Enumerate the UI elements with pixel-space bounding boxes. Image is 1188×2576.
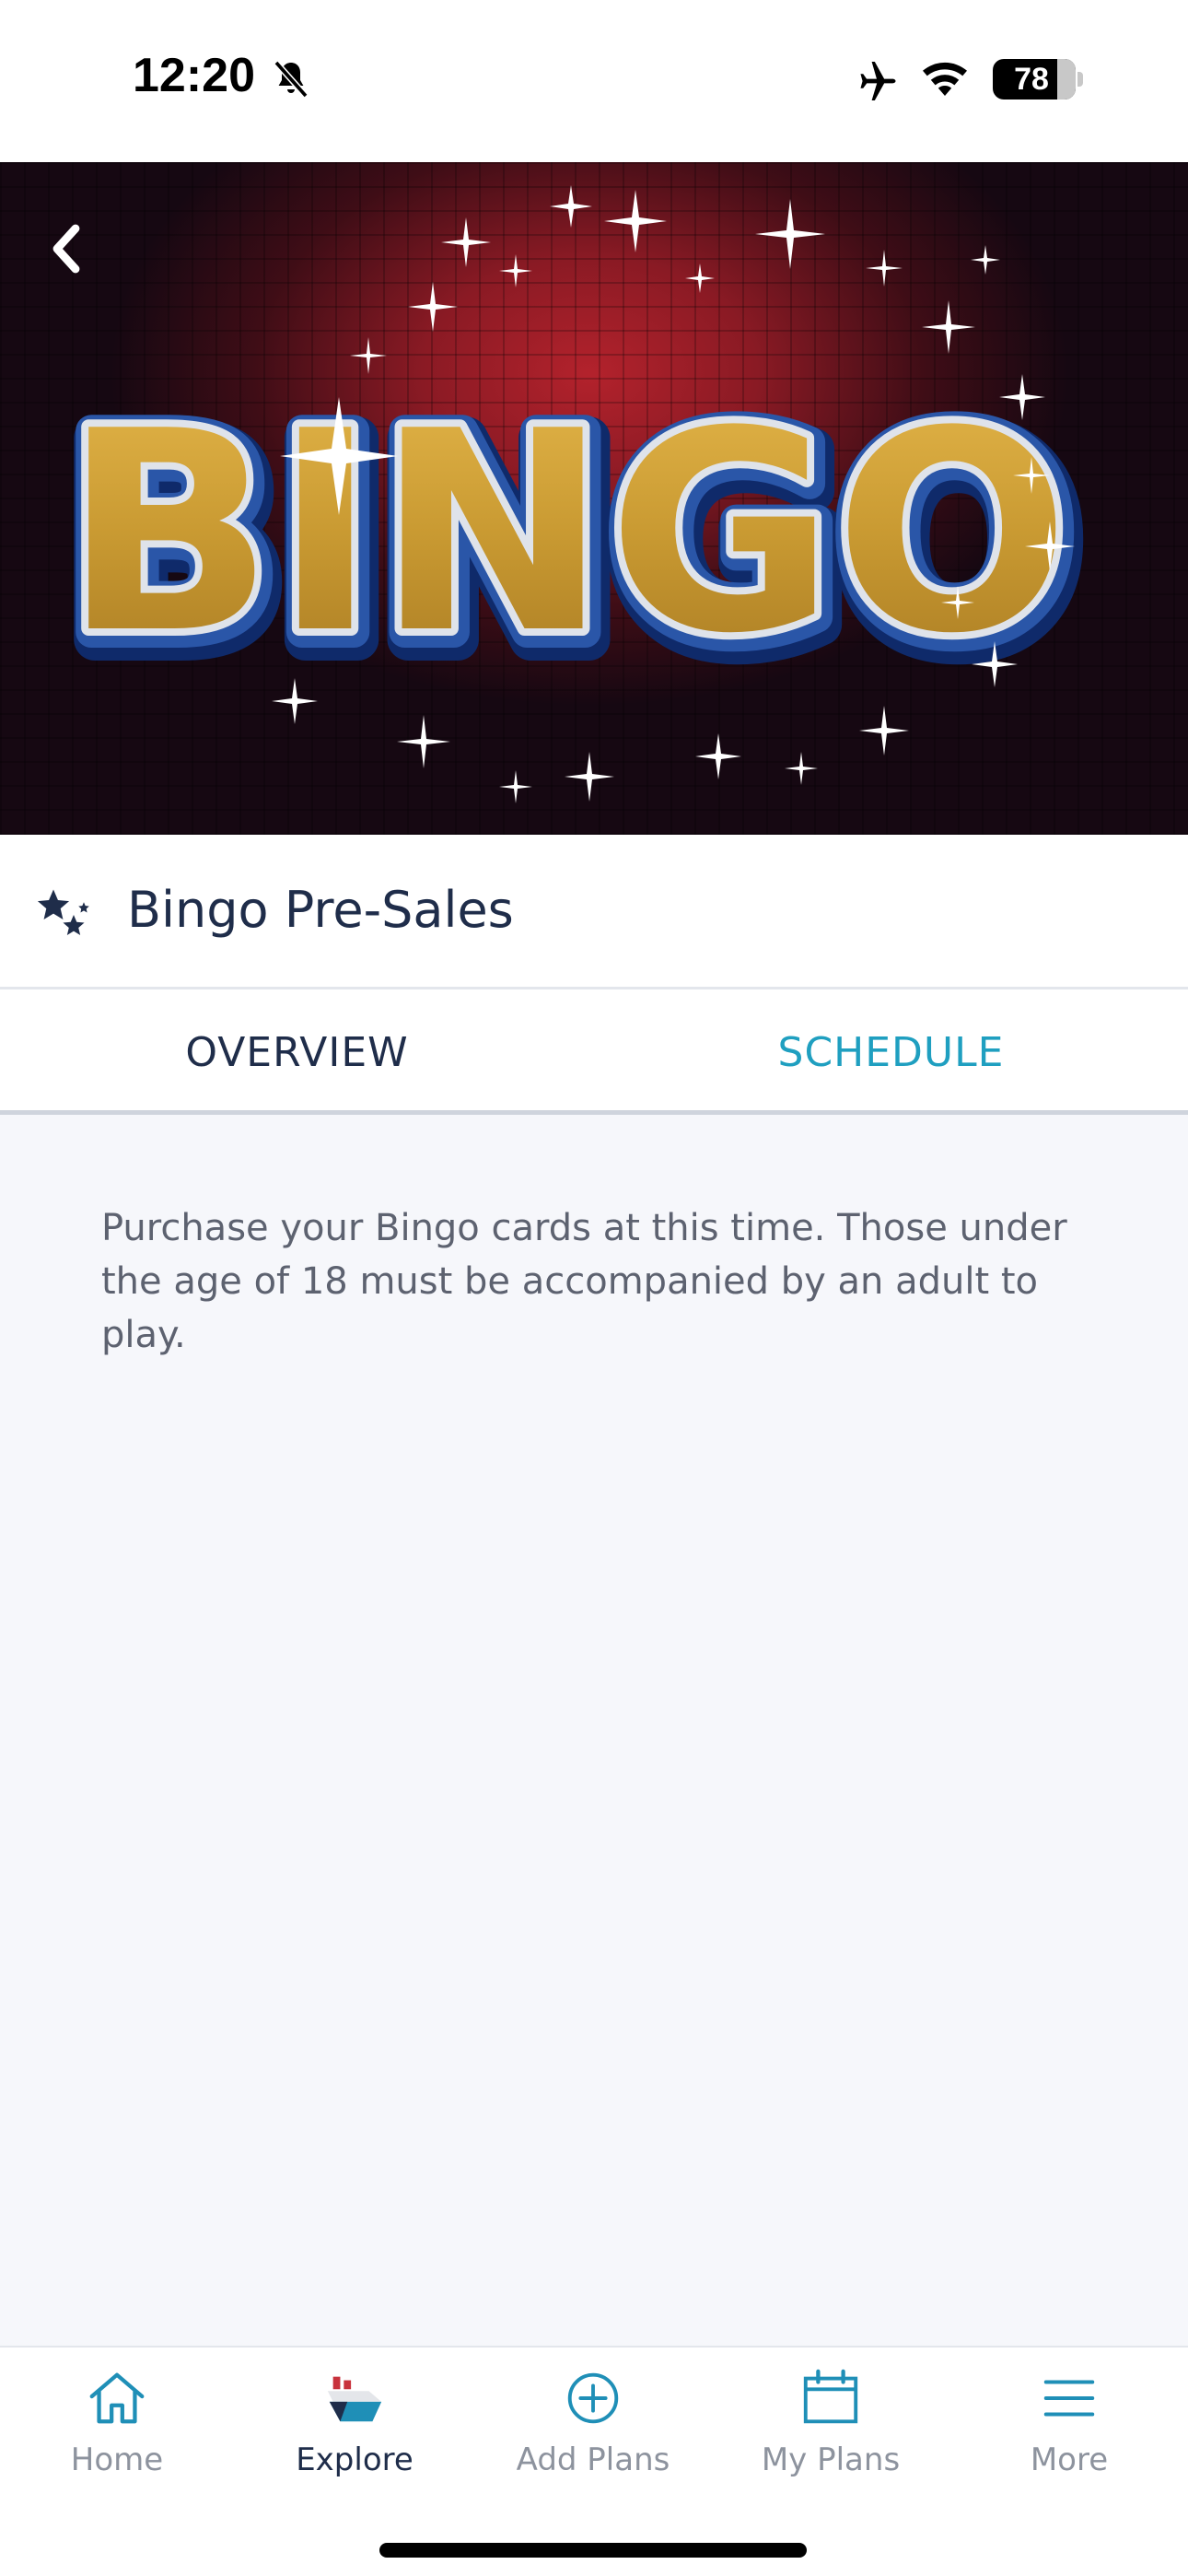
hero-image: BINGO BINGO BINGO BINGO xyxy=(0,162,1188,835)
svg-text:BINGO: BINGO xyxy=(64,372,1070,694)
ship-icon xyxy=(327,2376,382,2422)
nav-add-plans[interactable]: Add Plans xyxy=(492,2366,694,2504)
detail-tabs: OVERVIEW SCHEDULE xyxy=(0,989,1188,1115)
battery-icon: 78 xyxy=(993,59,1076,100)
battery-cap xyxy=(1077,72,1083,87)
bingo-lettering: BINGO BINGO BINGO BINGO xyxy=(49,360,1098,726)
airplane-icon xyxy=(860,62,896,100)
calendar-icon xyxy=(803,2369,858,2424)
battery-level: 78 xyxy=(1014,62,1049,97)
tab-schedule[interactable]: SCHEDULE xyxy=(594,989,1188,1115)
tab-overview[interactable]: OVERVIEW xyxy=(0,989,594,1115)
nav-my-plans-label: My Plans xyxy=(761,2441,901,2478)
home-indicator[interactable] xyxy=(379,2543,807,2558)
bottom-nav: Home Explore Add Plans My Plans More xyxy=(0,2346,1188,2576)
back-button[interactable] xyxy=(28,210,105,287)
event-title: Bingo Pre-Sales xyxy=(127,881,514,939)
wifi-icon xyxy=(923,62,967,96)
event-description: Purchase your Bingo cards at this time. … xyxy=(101,1207,1067,1356)
nav-add-plans-label: Add Plans xyxy=(516,2441,670,2478)
stars-icon xyxy=(37,889,89,935)
event-header: Bingo Pre-Sales xyxy=(0,835,1188,989)
nav-my-plans[interactable]: My Plans xyxy=(729,2366,932,2504)
bell-slash-icon xyxy=(274,60,309,99)
nav-more-label: More xyxy=(1030,2441,1109,2478)
menu-icon xyxy=(1043,2380,1095,2417)
bingo-logo-artwork: BINGO BINGO BINGO BINGO xyxy=(49,185,1098,803)
nav-explore-label: Explore xyxy=(296,2441,413,2478)
status-bar: 12:20 78 xyxy=(0,0,1188,162)
nav-more[interactable]: More xyxy=(968,2366,1171,2504)
nav-explore[interactable]: Explore xyxy=(253,2366,456,2504)
chevron-left-icon xyxy=(52,224,80,274)
app-screen: 12:20 78 BINGO BINGO BINGO BINGO Bingo P… xyxy=(0,0,1188,2576)
house-icon xyxy=(89,2372,145,2424)
status-time: 12:20 xyxy=(133,49,255,102)
plus-circle-icon xyxy=(567,2372,619,2424)
nav-home[interactable]: Home xyxy=(16,2366,218,2504)
nav-home-label: Home xyxy=(70,2441,164,2478)
